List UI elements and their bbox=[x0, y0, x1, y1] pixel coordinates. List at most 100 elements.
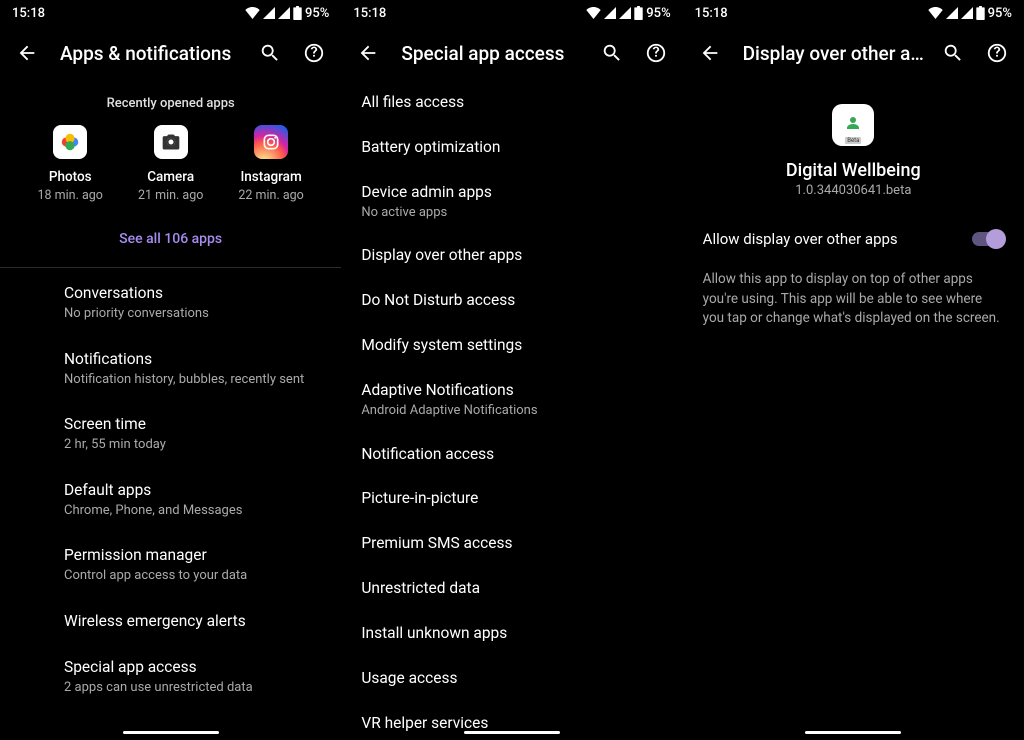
settings-item[interactable]: Special app access2 apps can use unrestr… bbox=[0, 644, 341, 709]
settings-item[interactable]: Wireless emergency alerts bbox=[0, 598, 341, 645]
see-all-apps-link[interactable]: See all 106 apps bbox=[0, 211, 341, 267]
setting-title: Premium SMS access bbox=[361, 533, 664, 554]
status-icons: 95% bbox=[245, 6, 329, 21]
setting-title: Battery optimization bbox=[361, 137, 664, 158]
setting-subtitle: No active apps bbox=[361, 204, 664, 222]
help-button[interactable] bbox=[980, 36, 1014, 70]
settings-item[interactable]: Display over other apps bbox=[341, 233, 682, 278]
setting-subtitle: 2 apps can use unrestricted data bbox=[64, 679, 323, 697]
status-bar: 15:18 95% bbox=[0, 0, 341, 26]
page-title: Display over other a… bbox=[743, 42, 926, 65]
help-circle-icon bbox=[303, 42, 325, 64]
allow-display-toggle[interactable]: Allow display over other apps bbox=[683, 216, 1024, 262]
app-sublabel: 18 min. ago bbox=[38, 188, 103, 203]
app-sublabel: 22 min. ago bbox=[238, 188, 303, 203]
help-circle-icon bbox=[986, 42, 1008, 64]
app-sublabel: 21 min. ago bbox=[138, 188, 203, 203]
home-indicator[interactable] bbox=[805, 731, 901, 734]
settings-item[interactable]: Usage access bbox=[341, 656, 682, 701]
digital-wellbeing-icon: Beta bbox=[832, 104, 874, 146]
setting-title: Notifications bbox=[64, 349, 323, 370]
camera-app-icon bbox=[154, 125, 188, 159]
settings-item[interactable]: ConversationsNo priority conversations bbox=[0, 270, 341, 335]
setting-title: Permission manager bbox=[64, 545, 323, 566]
instagram-app-icon bbox=[254, 125, 288, 159]
divider bbox=[0, 267, 341, 268]
search-button[interactable] bbox=[595, 36, 629, 70]
setting-subtitle: Control app access to your data bbox=[64, 567, 323, 585]
status-icons: 95% bbox=[928, 6, 1012, 21]
setting-title: Unrestricted data bbox=[361, 578, 664, 599]
recent-app-instagram[interactable]: Instagram 22 min. ago bbox=[226, 125, 316, 203]
setting-subtitle: Notification history, bubbles, recently … bbox=[64, 371, 323, 389]
photos-app-icon bbox=[53, 125, 87, 159]
settings-item[interactable]: Screen time2 hr, 55 min today bbox=[0, 401, 341, 466]
clock: 15:18 bbox=[12, 6, 45, 21]
recent-apps-heading: Recently opened apps bbox=[0, 80, 341, 125]
setting-subtitle: 2 hr, 55 min today bbox=[64, 436, 323, 454]
settings-item[interactable]: Do Not Disturb access bbox=[341, 278, 682, 323]
setting-title: Usage access bbox=[361, 668, 664, 689]
settings-item[interactable]: Battery optimization bbox=[341, 125, 682, 170]
content-area[interactable]: Recently opened apps Photos 18 min. ago … bbox=[0, 80, 341, 740]
settings-item[interactable]: VR helper services bbox=[341, 701, 682, 740]
arrow-back-icon bbox=[357, 42, 379, 64]
setting-title: Special app access bbox=[64, 657, 323, 678]
setting-title: Display over other apps bbox=[361, 245, 664, 266]
beta-badge: Beta bbox=[845, 137, 861, 144]
help-button[interactable] bbox=[639, 36, 673, 70]
setting-subtitle: No priority conversations bbox=[64, 305, 323, 323]
app-bar: Apps & notifications bbox=[0, 26, 341, 80]
setting-title: Install unknown apps bbox=[361, 623, 664, 644]
app-label: Camera bbox=[147, 169, 194, 185]
battery-icon bbox=[634, 6, 643, 20]
back-button[interactable] bbox=[10, 36, 44, 70]
home-indicator[interactable] bbox=[123, 731, 219, 734]
content-area[interactable]: Beta Digital Wellbeing 1.0.344030641.bet… bbox=[683, 80, 1024, 740]
arrow-back-icon bbox=[16, 42, 38, 64]
back-button[interactable] bbox=[351, 36, 385, 70]
settings-item[interactable]: Default appsChrome, Phone, and Messages bbox=[0, 467, 341, 532]
setting-title: Conversations bbox=[64, 283, 323, 304]
content-area[interactable]: All files access Battery optimization Devi… bbox=[341, 80, 682, 740]
battery-pct: 95% bbox=[305, 6, 329, 21]
search-button[interactable] bbox=[253, 36, 287, 70]
status-icons: 95% bbox=[586, 6, 670, 21]
search-button[interactable] bbox=[936, 36, 970, 70]
setting-title: Picture-in-picture bbox=[361, 488, 664, 509]
home-indicator[interactable] bbox=[464, 731, 560, 734]
setting-title: Notification access bbox=[361, 444, 664, 465]
arrow-back-icon bbox=[699, 42, 721, 64]
back-button[interactable] bbox=[693, 36, 727, 70]
help-button[interactable] bbox=[297, 36, 331, 70]
status-bar: 15:18 95% bbox=[683, 0, 1024, 26]
toggle-label: Allow display over other apps bbox=[703, 230, 898, 248]
toggle-switch[interactable] bbox=[972, 232, 1004, 246]
battery-icon bbox=[293, 6, 302, 20]
status-bar: 15:18 95% bbox=[341, 0, 682, 26]
signal-icon-2 bbox=[961, 7, 973, 19]
settings-item[interactable]: Premium SMS access bbox=[341, 521, 682, 566]
signal-icon-2 bbox=[619, 7, 631, 19]
recent-app-camera[interactable]: Camera 21 min. ago bbox=[126, 125, 216, 203]
setting-title: Device admin apps bbox=[361, 182, 664, 203]
settings-item[interactable]: Device admin appsNo active apps bbox=[341, 170, 682, 233]
page-title: Special app access bbox=[401, 42, 584, 65]
settings-item[interactable]: NotificationsNotification history, bubbl… bbox=[0, 336, 341, 401]
help-circle-icon bbox=[645, 42, 667, 64]
settings-item[interactable]: Install unknown apps bbox=[341, 611, 682, 656]
battery-pct: 95% bbox=[988, 6, 1012, 21]
clock: 15:18 bbox=[353, 6, 386, 21]
settings-item[interactable]: All files access bbox=[341, 80, 682, 125]
settings-item[interactable]: Modify system settings bbox=[341, 323, 682, 368]
settings-item[interactable]: Notification access bbox=[341, 432, 682, 477]
settings-item[interactable]: Picture-in-picture bbox=[341, 476, 682, 521]
settings-item[interactable]: Permission managerControl app access to … bbox=[0, 532, 341, 597]
settings-item[interactable]: Unrestricted data bbox=[341, 566, 682, 611]
battery-pct: 95% bbox=[646, 6, 670, 21]
setting-title: Wireless emergency alerts bbox=[64, 611, 323, 632]
settings-item[interactable]: Adaptive NotificationsAndroid Adaptive N… bbox=[341, 368, 682, 431]
recent-app-photos[interactable]: Photos 18 min. ago bbox=[25, 125, 115, 203]
app-label: Instagram bbox=[240, 169, 301, 185]
signal-icon-2 bbox=[278, 7, 290, 19]
